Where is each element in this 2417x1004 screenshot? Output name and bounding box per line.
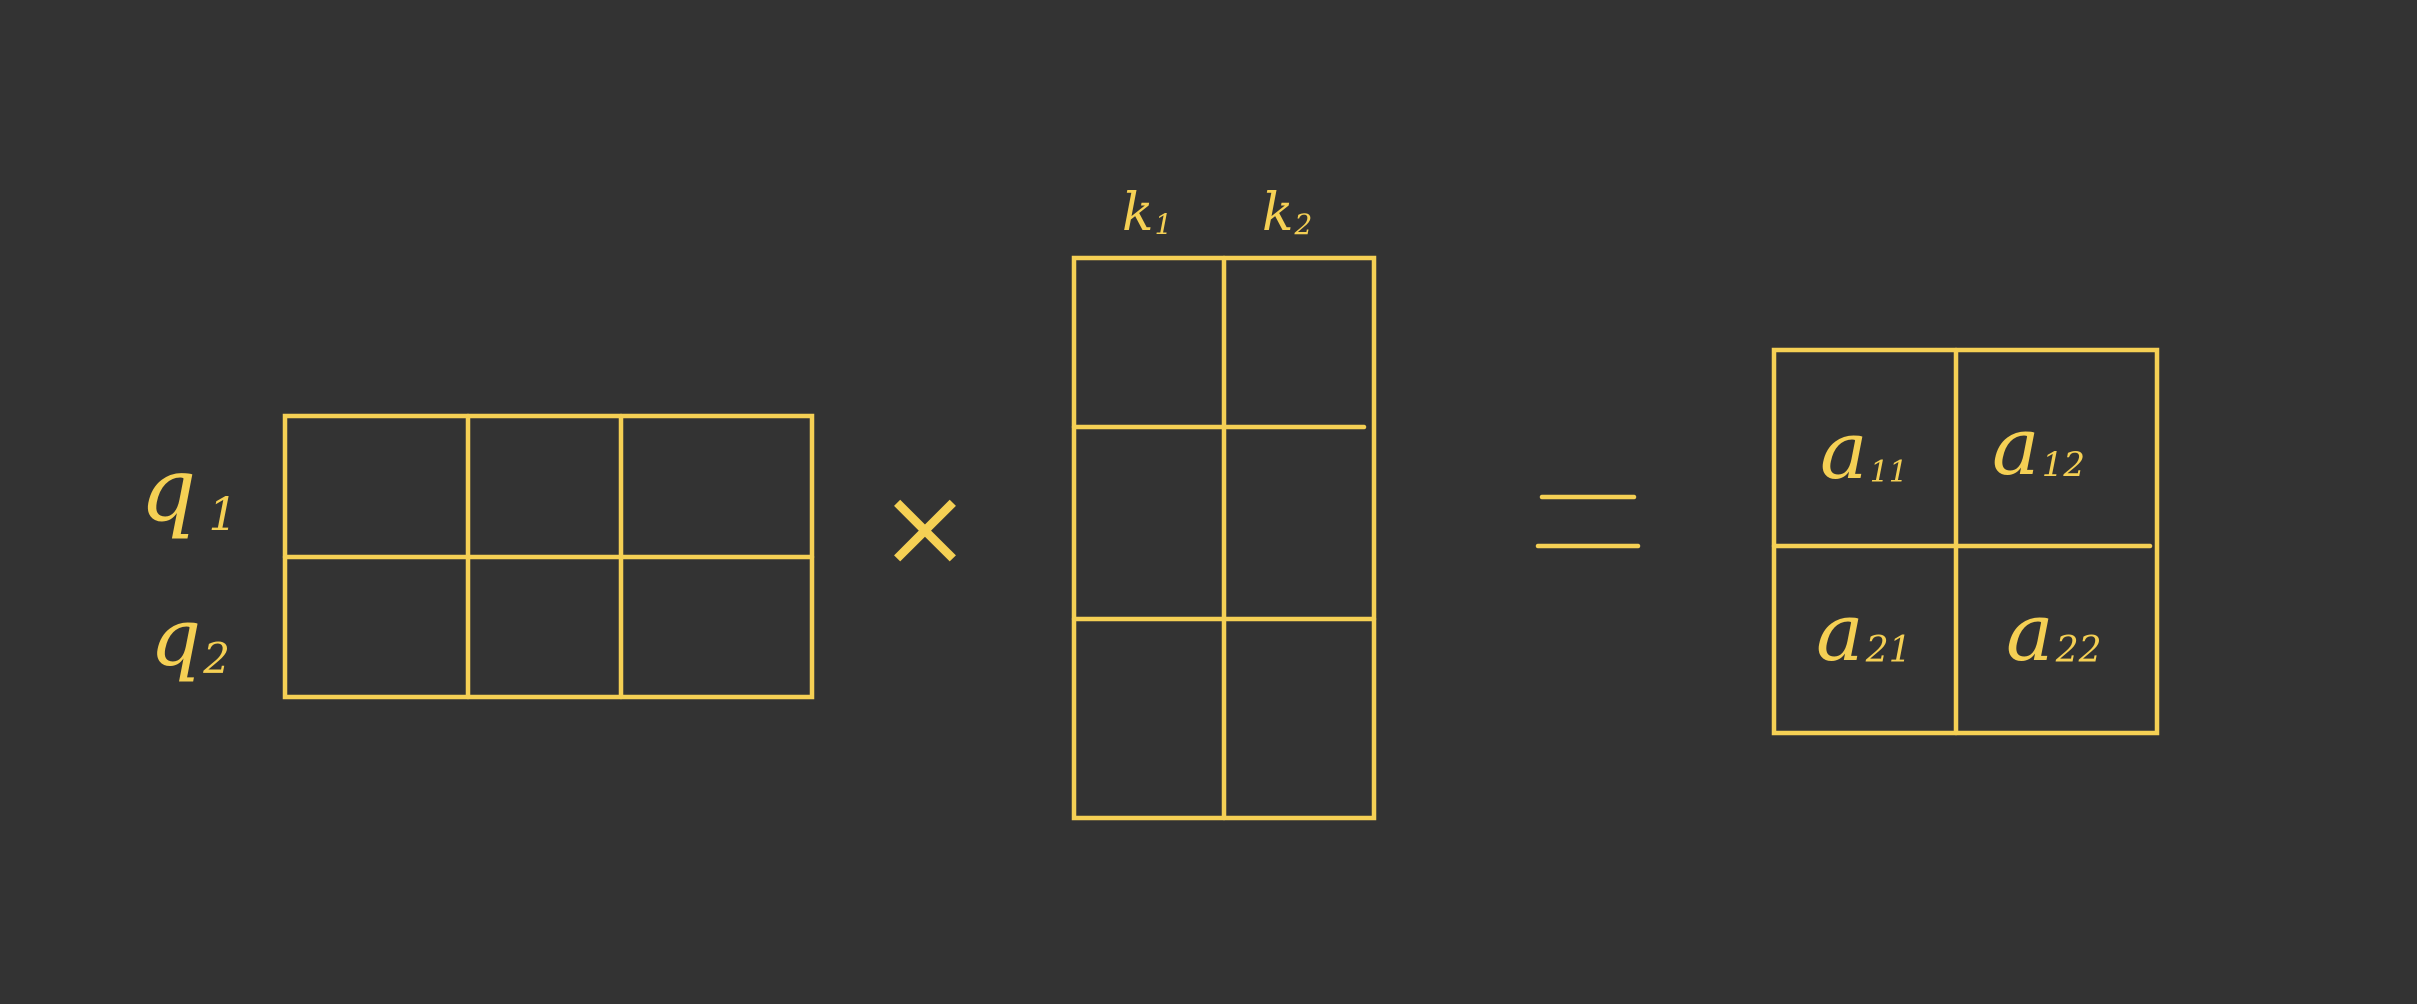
equals-operator: =: [1526, 432, 1652, 606]
diagram-canvas: q1 q2 × k1 k2 = a11 a12 a21 a22: [140, 183, 2160, 821]
row-label-q1: q1: [140, 438, 238, 541]
row-label-q2: q2: [150, 591, 230, 684]
matrix-multiplication-diagram: q1 q2 × k1 k2 = a11 a12 a21 a22: [0, 0, 2417, 999]
col-label-k2-letter: k: [1262, 183, 1294, 243]
equals-operator-glyph: =: [1526, 432, 1652, 606]
cell-a12-letter: a: [1992, 400, 2040, 493]
cell-a11-letter: a: [1820, 404, 1868, 497]
cell-a12: a12: [1992, 400, 2085, 493]
cell-a11: a11: [1820, 404, 1908, 497]
matrix-k: [1071, 255, 1377, 821]
matrix-q-row-labels: q1 q2: [140, 438, 238, 684]
cell-a12-sub: 12: [2042, 445, 2085, 485]
row-label-q2-sub: 2: [202, 634, 230, 683]
cell-a22-letter: a: [2006, 586, 2054, 679]
row-label-q1-letter: q: [140, 438, 196, 541]
col-label-k1: k1: [1122, 183, 1172, 243]
col-label-k2: k2: [1262, 183, 1312, 243]
cell-a21: a21: [1816, 586, 1912, 679]
cell-a22: a22: [2006, 586, 2102, 679]
cell-a21-sub: 21: [1865, 630, 1912, 671]
col-label-k2-sub: 2: [1294, 208, 1313, 241]
matrix-a-cell-labels: a11 a12 a21 a22: [1816, 400, 2102, 679]
col-label-k1-sub: 1: [1155, 208, 1173, 241]
times-operator: ×: [879, 463, 971, 591]
row-label-q1-sub: 1: [208, 487, 237, 541]
matrix-q: [282, 413, 815, 700]
cell-a21-letter: a: [1816, 586, 1864, 679]
cell-a22-sub: 22: [2055, 630, 2102, 671]
matrix-k-col-labels: k1 k2: [1122, 183, 1312, 243]
cell-a11-sub: 11: [1870, 455, 1908, 490]
col-label-k1-letter: k: [1122, 183, 1154, 243]
row-label-q2-letter: q: [150, 591, 201, 684]
